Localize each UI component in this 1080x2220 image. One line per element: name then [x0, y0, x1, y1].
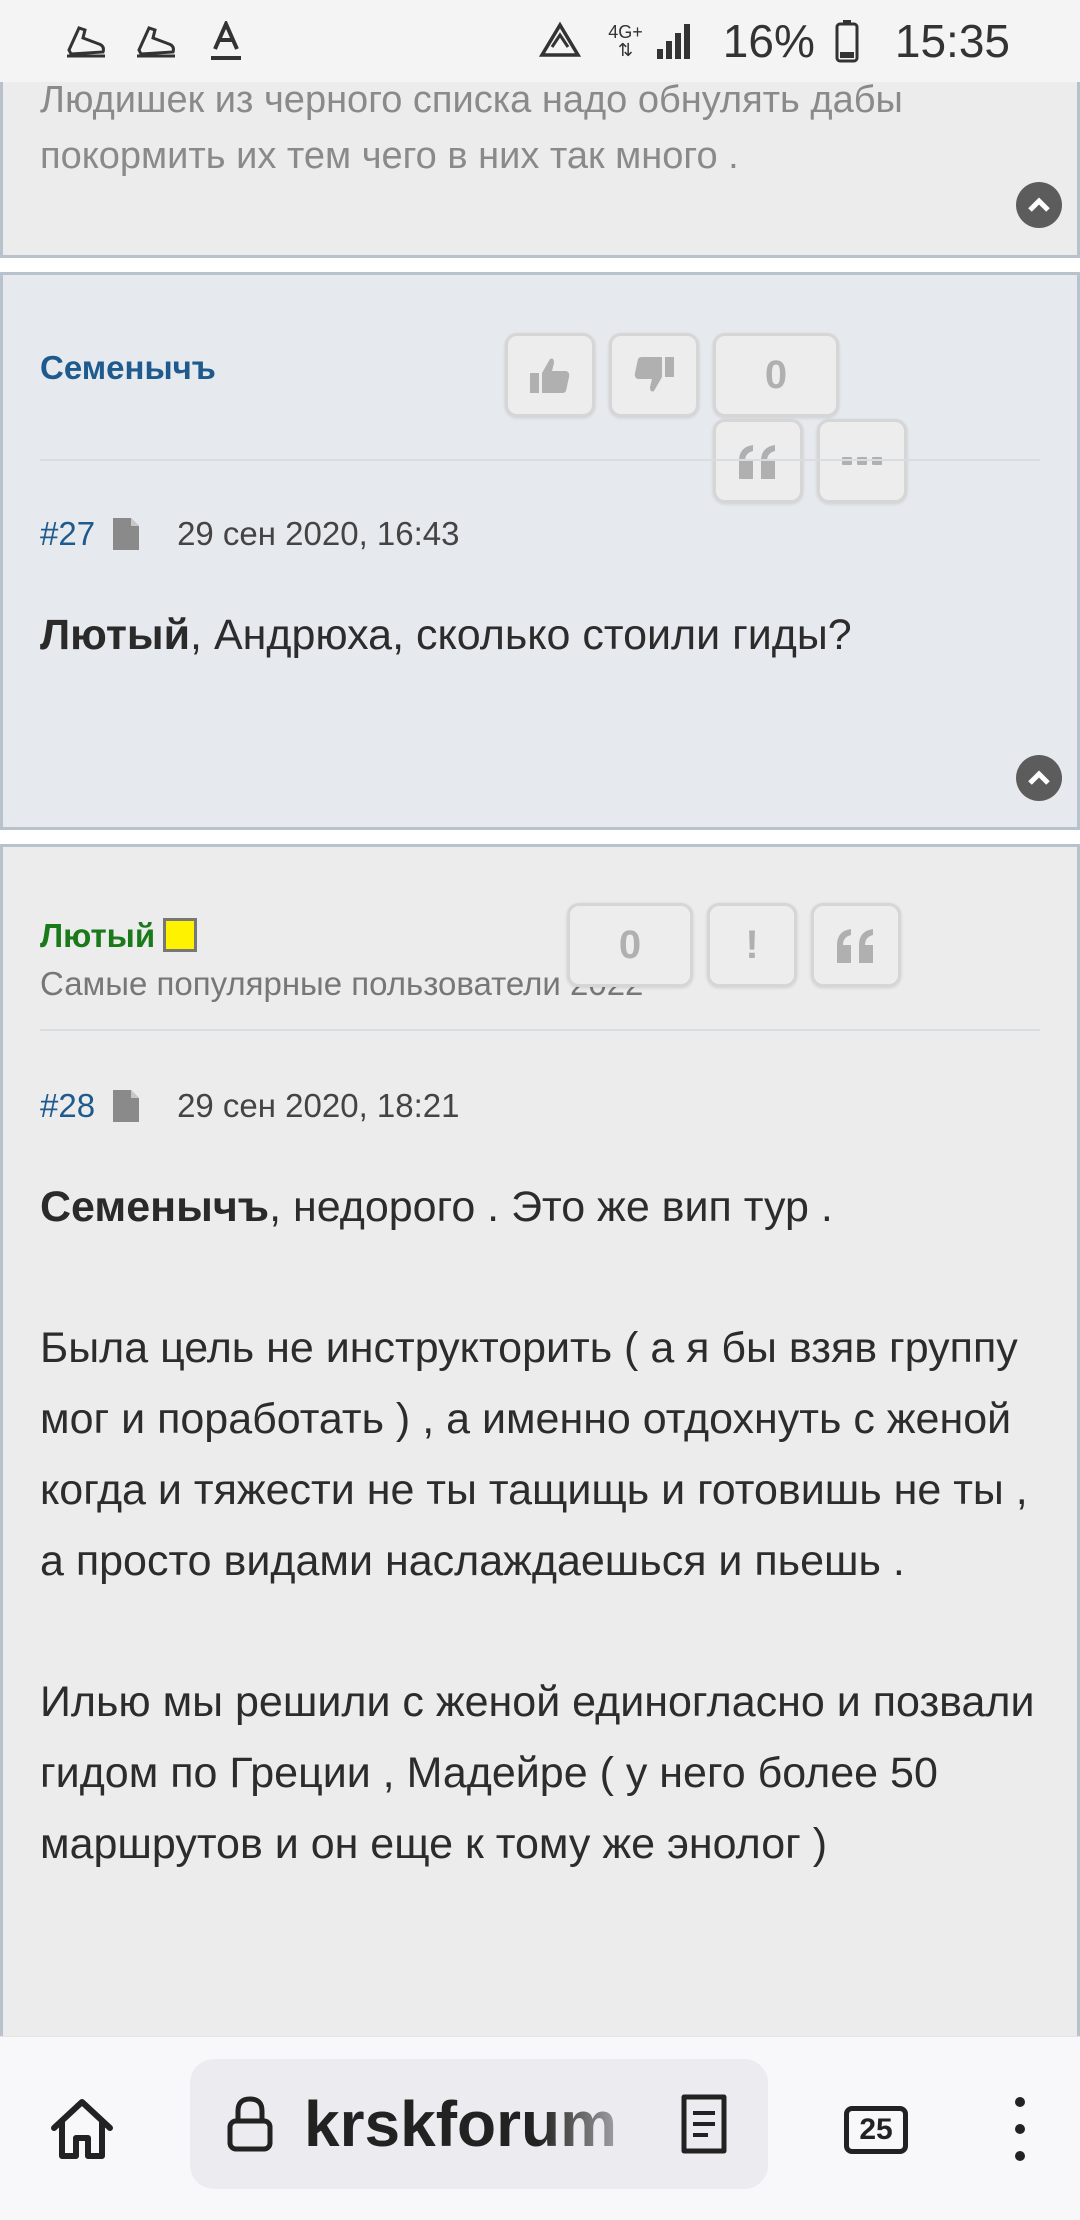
- post-28: Лютый Самые популярные пользователи 2022…: [0, 844, 1080, 2044]
- post-author[interactable]: Лютый: [40, 917, 198, 955]
- dislike-button[interactable]: [609, 333, 699, 417]
- vote-count: 0: [567, 903, 693, 987]
- shoe-icon: [64, 19, 108, 63]
- post-paragraph: Была цель не инструкторить ( а я бы взяв…: [40, 1324, 1028, 1585]
- home-icon[interactable]: [44, 2091, 120, 2167]
- divider: [40, 1029, 1040, 1031]
- vote-count: 0: [713, 333, 839, 417]
- browser-toolbar: krskforum 25: [0, 2036, 1080, 2220]
- thumbs-down-icon: [634, 357, 674, 392]
- post-date: 29 сен 2020, 16:43: [177, 515, 460, 552]
- quote-icon: [739, 445, 775, 479]
- rank-badge: [163, 918, 198, 952]
- status-bar: 4G+ ⇅ 16% 15:35: [0, 0, 1080, 82]
- post-number-link[interactable]: #28: [40, 1087, 95, 1125]
- post-27: Семенычъ 0 #27 29 сен 2020, 16:43 Лютый,…: [0, 272, 1080, 830]
- battery-percent: 16%: [722, 15, 815, 67]
- post-date: 29 сен 2020, 18:21: [177, 1087, 460, 1124]
- post-number-link[interactable]: #27: [40, 515, 95, 553]
- lock-icon: [227, 2096, 273, 2152]
- address-bar[interactable]: krskforum: [190, 2059, 768, 2189]
- post-meta: #27 29 сен 2020, 16:43: [40, 515, 460, 553]
- post-body: Людишек из черного списка надо обнулять …: [40, 79, 903, 177]
- clock: 15:35: [894, 15, 1010, 67]
- post-line: Семенычъ, недорого . Это же вип тур .: [40, 1183, 833, 1231]
- data-saver-icon: [538, 19, 582, 63]
- more-icon: [842, 457, 882, 465]
- more-button[interactable]: [817, 419, 907, 503]
- status-left: [64, 19, 248, 63]
- battery-icon: [825, 19, 869, 63]
- mention[interactable]: Лютый: [40, 611, 190, 659]
- document-icon: [113, 518, 140, 550]
- post-meta: #28 29 сен 2020, 18:21: [40, 1087, 460, 1125]
- divider: [40, 459, 1040, 461]
- post-author[interactable]: Семенычъ: [40, 349, 216, 387]
- mention[interactable]: Семенычъ: [40, 1183, 269, 1231]
- network-type: 4G+ ⇅: [608, 22, 643, 60]
- report-button[interactable]: !: [707, 903, 797, 987]
- shoe-icon: [134, 19, 178, 63]
- post-body: Семенычъ, недорого . Это же вип тур . Бы…: [40, 1172, 1037, 1880]
- signal-icon: [653, 19, 697, 63]
- font-underline-icon: [204, 19, 248, 63]
- quote-button[interactable]: [811, 903, 901, 987]
- scroll-up-icon[interactable]: [1016, 182, 1062, 228]
- status-right: 4G+ ⇅ 16% 15:35: [538, 14, 1010, 68]
- post-paragraph: Илью мы решили с женой единогласно и поз…: [40, 1678, 1035, 1868]
- scroll-up-icon[interactable]: [1016, 755, 1062, 801]
- menu-dots-icon[interactable]: [1000, 2087, 1040, 2171]
- quote-icon: [837, 929, 873, 963]
- tab-count: 25: [844, 2106, 908, 2154]
- user-title: Самые популярные пользователи 2022: [40, 965, 644, 1002]
- tabs-icon[interactable]: 25: [836, 2095, 916, 2165]
- quote-button[interactable]: [713, 419, 803, 503]
- post-body: Лютый, Андрюха, сколько стоили гиды?: [40, 611, 852, 659]
- document-icon: [113, 1090, 140, 1122]
- like-button[interactable]: [505, 333, 595, 417]
- reader-mode-icon[interactable]: [674, 2091, 734, 2157]
- thumbs-up-icon: [530, 358, 570, 393]
